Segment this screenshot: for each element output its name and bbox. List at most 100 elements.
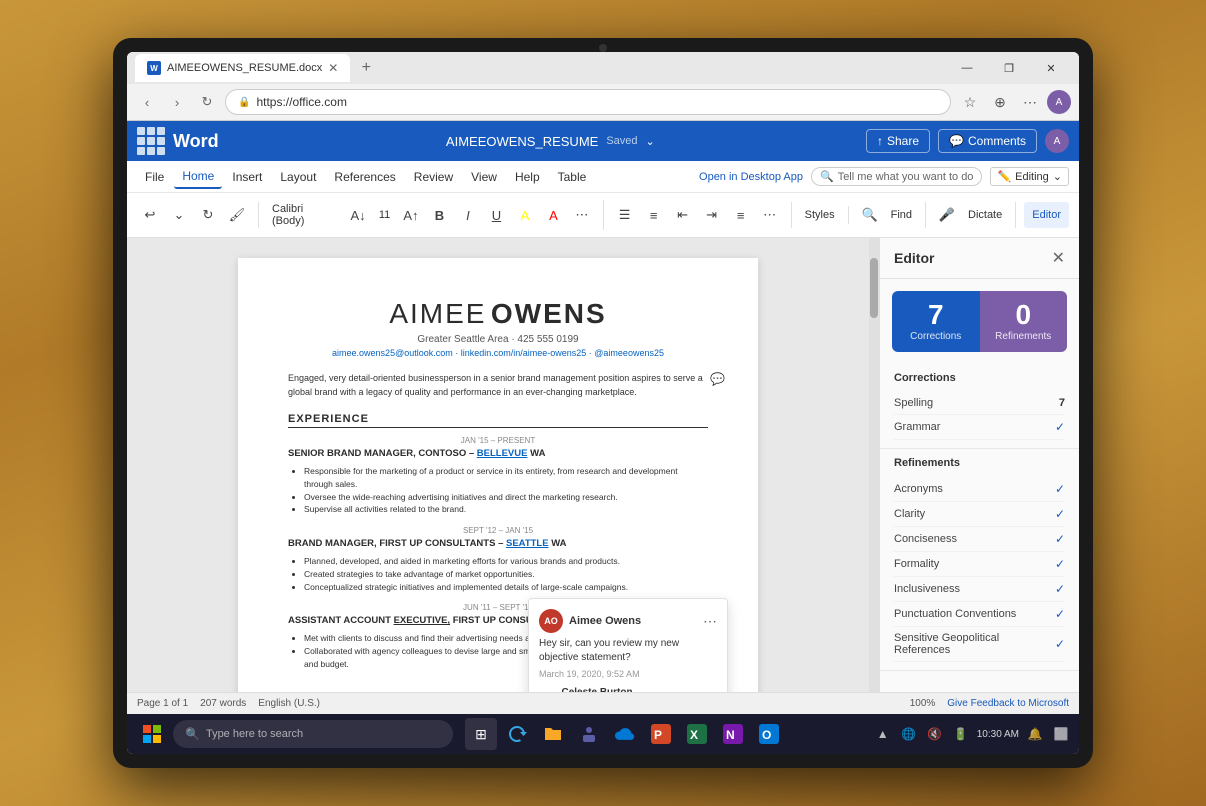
editor-scores: 7 Corrections 0 Refinements xyxy=(892,291,1067,352)
font-size-decrease[interactable]: A↓ xyxy=(345,202,370,228)
geopolitical-item[interactable]: Sensitive Geopolitical References ✓ xyxy=(894,627,1065,662)
acronyms-item[interactable]: Acronyms ✓ xyxy=(894,477,1065,502)
comments-button[interactable]: 💬 Comments xyxy=(938,129,1037,153)
notifications-button[interactable]: 🔔 xyxy=(1025,724,1045,744)
taskbar-app-excel[interactable]: X xyxy=(681,718,713,750)
taskbar-app-powerpoint[interactable]: P xyxy=(645,718,677,750)
language-status: English (U.S.) xyxy=(258,698,320,709)
styles-select[interactable]: Styles xyxy=(800,206,840,224)
close-button[interactable]: ✕ xyxy=(1031,54,1071,82)
corrections-score[interactable]: 7 Corrections xyxy=(892,291,980,352)
menu-review[interactable]: Review xyxy=(406,166,461,188)
redo-button[interactable]: ↻ xyxy=(195,202,221,228)
refinements-label: Refinements xyxy=(995,331,1051,342)
taskbar-app-teams[interactable] xyxy=(573,718,605,750)
feedback-link[interactable]: Give Feedback to Microsoft xyxy=(947,698,1069,709)
punctuation-item[interactable]: Punctuation Conventions ✓ xyxy=(894,602,1065,627)
document-scrollbar[interactable] xyxy=(869,238,879,692)
find-button[interactable]: 🔍 xyxy=(857,202,883,228)
more-para[interactable]: ⋯ xyxy=(757,202,783,228)
menu-references[interactable]: References xyxy=(326,166,403,188)
italic-button[interactable]: I xyxy=(455,202,480,228)
grammar-item[interactable]: Grammar ✓ xyxy=(894,415,1065,440)
tell-me-input[interactable]: 🔍 Tell me what you want to do xyxy=(811,167,982,186)
scroll-thumb[interactable] xyxy=(870,258,878,318)
share-button[interactable]: ↑ Share xyxy=(866,129,930,153)
tab-close-button[interactable]: ✕ xyxy=(328,61,338,75)
back-button[interactable]: ‹ xyxy=(135,90,159,114)
comment-text-1: Hey sir, can you review my new objective… xyxy=(539,637,717,665)
user-avatar[interactable]: A xyxy=(1045,129,1069,153)
taskbar-app-onenote[interactable]: N xyxy=(717,718,749,750)
favorites-icon[interactable]: ☆ xyxy=(957,89,983,115)
undo-button[interactable]: ↩ xyxy=(137,202,163,228)
inclusiveness-item[interactable]: Inclusiveness ✓ xyxy=(894,577,1065,602)
show-desktop-button[interactable]: ⬜ xyxy=(1051,724,1071,744)
more-icon[interactable]: ⋯ xyxy=(1017,89,1043,115)
menu-view[interactable]: View xyxy=(463,166,505,188)
editor-ribbon-button[interactable]: Editor xyxy=(1024,202,1069,228)
browser-tab[interactable]: W AIMEEOWENS_RESUME.docx ✕ xyxy=(135,54,350,82)
undo-dropdown[interactable]: ⌄ xyxy=(166,202,192,228)
job2-location-link[interactable]: SEATTLE xyxy=(506,538,549,549)
start-button[interactable] xyxy=(135,717,169,751)
taskbar-app-outlook[interactable]: O xyxy=(753,718,785,750)
doc-title-chevron[interactable]: ⌄ xyxy=(646,135,655,148)
taskbar-battery[interactable]: 🔋 xyxy=(951,724,971,744)
job1-location-link[interactable]: BELLEVUE xyxy=(477,448,528,459)
taskbar-app-edge[interactable] xyxy=(501,718,533,750)
dictate-button[interactable]: 🎤 xyxy=(934,202,960,228)
open-desktop-button[interactable]: Open in Desktop App xyxy=(699,171,803,183)
new-tab-button[interactable]: + xyxy=(354,56,378,80)
format-painter[interactable]: 🖌 xyxy=(224,202,250,228)
menu-home[interactable]: Home xyxy=(174,165,222,189)
numbering-button[interactable]: ≡ xyxy=(641,202,667,228)
editing-button[interactable]: ✏️ Editing ⌄ xyxy=(990,167,1069,186)
refresh-button[interactable]: ↻ xyxy=(195,90,219,114)
comment-indicator[interactable]: 💬 xyxy=(710,372,724,386)
address-bar[interactable]: 🔒 https://office.com xyxy=(225,89,951,115)
spelling-item[interactable]: Spelling 7 xyxy=(894,392,1065,415)
dictate-label[interactable]: Dictate xyxy=(963,206,1007,224)
highlight-button[interactable]: A xyxy=(512,202,537,228)
menu-layout[interactable]: Layout xyxy=(272,166,324,188)
taskbar-search[interactable]: 🔍 Type here to search xyxy=(173,720,453,748)
profile-avatar[interactable]: A xyxy=(1047,90,1071,114)
conciseness-item[interactable]: Conciseness ✓ xyxy=(894,527,1065,552)
font-select[interactable]: Calibri (Body) xyxy=(267,200,342,230)
align-button[interactable]: ≡ xyxy=(728,202,754,228)
menu-help[interactable]: Help xyxy=(507,166,548,188)
font-size-select[interactable]: 11 xyxy=(374,206,395,224)
taskbar-app-multitask[interactable]: ⊞ xyxy=(465,718,497,750)
taskbar-network[interactable]: 🌐 xyxy=(899,724,919,744)
menu-table[interactable]: Table xyxy=(550,166,595,188)
editor-close-button[interactable]: ✕ xyxy=(1052,248,1065,268)
taskbar-app-onedrive[interactable] xyxy=(609,718,641,750)
menu-insert[interactable]: Insert xyxy=(224,166,270,188)
outdent-button[interactable]: ⇤ xyxy=(670,202,696,228)
minimize-button[interactable]: — xyxy=(947,54,987,82)
waffle-menu[interactable] xyxy=(137,127,165,155)
maximize-button[interactable]: ❐ xyxy=(989,54,1029,82)
underline-button[interactable]: U xyxy=(484,202,509,228)
document-area[interactable]: AIMEE OWENS Greater Seattle Area · 425 5… xyxy=(127,238,869,692)
find-label[interactable]: Find xyxy=(886,206,917,224)
job2-bullets: Planned, developed, and aided in marketi… xyxy=(304,555,708,593)
taskbar-chevron[interactable]: ▲ xyxy=(873,724,893,744)
forward-button[interactable]: › xyxy=(165,90,189,114)
refinements-score[interactable]: 0 Refinements xyxy=(980,291,1068,352)
menu-file[interactable]: File xyxy=(137,166,172,188)
formality-item[interactable]: Formality ✓ xyxy=(894,552,1065,577)
bold-button[interactable]: B xyxy=(427,202,452,228)
indent-button[interactable]: ⇥ xyxy=(699,202,725,228)
bookmark-icon[interactable]: ⊕ xyxy=(987,89,1013,115)
comment-more-button[interactable]: ⋯ xyxy=(703,613,717,630)
clarity-item[interactable]: Clarity ✓ xyxy=(894,502,1065,527)
more-font[interactable]: ⋯ xyxy=(569,202,594,228)
font-size-increase[interactable]: A↑ xyxy=(398,202,423,228)
geopolitical-check: ✓ xyxy=(1055,637,1065,651)
bullets-button[interactable]: ☰ xyxy=(612,202,638,228)
taskbar-app-files[interactable] xyxy=(537,718,569,750)
font-color-button[interactable]: A xyxy=(541,202,566,228)
taskbar-volume[interactable]: 🔇 xyxy=(925,724,945,744)
